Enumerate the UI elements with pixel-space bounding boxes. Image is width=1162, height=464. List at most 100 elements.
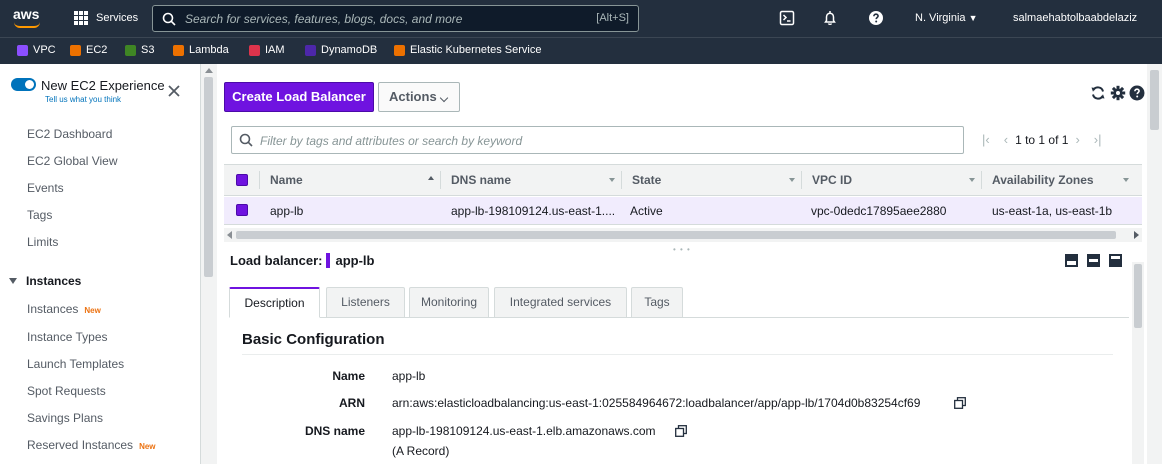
vpc-icon: [17, 44, 28, 56]
favorite-s3[interactable]: S3: [125, 44, 154, 56]
sidebar-item-events[interactable]: Events: [27, 181, 64, 195]
favorite-label: S3: [141, 44, 155, 56]
sidebar-section-label: Instances: [26, 274, 82, 288]
sidebar-item-tags[interactable]: Tags: [27, 208, 52, 222]
row-checkbox[interactable]: [236, 204, 248, 216]
sidebar-item-savings-plans[interactable]: Savings Plans: [27, 411, 103, 425]
section-divider: [242, 354, 1113, 355]
pane-layout-bottom-icon[interactable]: [1065, 254, 1078, 267]
cell-state: Active: [630, 204, 663, 218]
favorite-dynamodb[interactable]: DynamoDB: [305, 44, 377, 56]
sort-ascending-icon[interactable]: [428, 176, 434, 180]
detail-vertical-scrollbar[interactable]: [1132, 262, 1144, 464]
help-icon[interactable]: [868, 10, 884, 26]
column-header-name[interactable]: Name: [270, 173, 303, 187]
copy-icon[interactable]: [675, 425, 687, 437]
settings-gear-icon[interactable]: [1110, 85, 1126, 101]
aws-logo-text: aws: [13, 6, 40, 22]
favorite-ec2[interactable]: EC2: [70, 44, 107, 56]
help-icon[interactable]: [1129, 85, 1145, 101]
table-horizontal-scrollbar[interactable]: [224, 228, 1142, 242]
tab-integrated-services[interactable]: Integrated services: [494, 287, 627, 318]
notifications-bell-icon[interactable]: [822, 10, 838, 26]
scrollbar-thumb[interactable]: [1150, 70, 1159, 130]
selection-marker: [326, 253, 331, 268]
scrollbar-thumb[interactable]: [236, 231, 1116, 239]
page-vertical-scrollbar[interactable]: [1147, 64, 1162, 464]
sidebar-item-ec2-global-view[interactable]: EC2 Global View: [27, 154, 118, 168]
sort-caret-icon[interactable]: [969, 178, 975, 182]
sort-caret-icon[interactable]: [609, 178, 615, 182]
actions-dropdown[interactable]: Actions: [378, 82, 460, 112]
selected-load-balancer: Load balancer: app-lb: [230, 253, 374, 268]
top-nav: aws Services Search for services, featur…: [0, 0, 1162, 37]
detail-value: app-lb: [335, 253, 375, 268]
scrollbar-thumb[interactable]: [204, 77, 213, 277]
sort-caret-icon[interactable]: [789, 178, 795, 182]
table-row[interactable]: app-lb app-lb-198109124.us-east-1.... Ac…: [224, 197, 1142, 225]
sidebar-item-limits[interactable]: Limits: [27, 235, 58, 249]
scrollbar-thumb[interactable]: [1134, 264, 1142, 328]
region-chevron-down-icon: ▼: [968, 13, 978, 23]
pane-resize-handle[interactable]: • • •: [673, 245, 691, 254]
sidebar-item-instances[interactable]: Instances New: [27, 302, 101, 316]
iam-icon: [249, 44, 260, 56]
favorite-iam[interactable]: IAM: [249, 44, 285, 56]
column-header-dns-name[interactable]: DNS name: [451, 173, 511, 187]
refresh-icon[interactable]: [1090, 85, 1106, 101]
account-menu[interactable]: salmaehabtolbaabdelaziz: [1013, 12, 1137, 24]
column-header-availability-zones[interactable]: Availability Zones: [992, 173, 1094, 187]
favorite-vpc[interactable]: VPC: [17, 44, 56, 56]
aws-logo[interactable]: aws: [13, 6, 43, 30]
pagination: |‹ ‹ 1 to 1 of 1 › ›|: [975, 132, 1109, 147]
sidebar-item-ec2-dashboard[interactable]: EC2 Dashboard: [27, 127, 112, 141]
next-page-icon[interactable]: ›: [1075, 132, 1079, 147]
sidebar-item-instance-types[interactable]: Instance Types: [27, 330, 108, 344]
last-page-icon[interactable]: ›|: [1094, 132, 1102, 147]
services-menu[interactable]: Services: [96, 12, 138, 24]
column-header-state[interactable]: State: [632, 173, 661, 187]
sidebar-item-launch-templates[interactable]: Launch Templates: [27, 357, 124, 371]
select-all-checkbox[interactable]: [236, 174, 248, 186]
favorite-label: Elastic Kubernetes Service: [410, 44, 542, 56]
cloudshell-icon[interactable]: [779, 10, 795, 26]
scroll-right-icon[interactable]: [1134, 231, 1139, 239]
filter-input[interactable]: Filter by tags and attributes or search …: [231, 126, 964, 154]
pane-layout-split-icon[interactable]: [1087, 254, 1100, 267]
favorite-eks[interactable]: Elastic Kubernetes Service: [394, 44, 541, 56]
tab-listeners[interactable]: Listeners: [326, 287, 405, 318]
region-selector[interactable]: N. Virginia ▼: [915, 12, 978, 24]
column-divider: [981, 171, 982, 189]
tab-monitoring[interactable]: Monitoring: [409, 287, 489, 318]
column-header-vpc-id[interactable]: VPC ID: [812, 173, 852, 187]
actions-label: Actions: [389, 89, 437, 104]
feedback-link[interactable]: Tell us what you think: [45, 95, 121, 104]
close-icon[interactable]: [167, 84, 181, 98]
create-load-balancer-button[interactable]: Create Load Balancer: [224, 82, 374, 112]
sidebar-item-reserved-instances[interactable]: Reserved Instances New: [27, 438, 156, 452]
new-experience-toggle[interactable]: [11, 78, 36, 91]
cell-dns-name: app-lb-198109124.us-east-1....: [451, 204, 616, 218]
sidebar-item-spot-requests[interactable]: Spot Requests: [27, 384, 106, 398]
favorite-lambda[interactable]: Lambda: [173, 44, 229, 56]
global-search-input[interactable]: Search for services, features, blogs, do…: [152, 5, 639, 32]
tab-description[interactable]: Description: [229, 287, 320, 318]
tab-tags[interactable]: Tags: [631, 287, 683, 318]
sidebar-section-instances[interactable]: Instances: [9, 274, 81, 288]
scroll-left-icon[interactable]: [227, 231, 232, 239]
sort-caret-icon[interactable]: [1123, 178, 1129, 182]
search-placeholder: Search for services, features, blogs, do…: [185, 12, 463, 26]
section-title: Basic Configuration: [242, 331, 385, 348]
services-grid-icon[interactable]: [74, 11, 88, 25]
cell-vpc-id: vpc-0dedc17895aee2880: [811, 204, 947, 218]
sidebar-scrollbar[interactable]: [201, 64, 217, 464]
first-page-icon[interactable]: |‹: [982, 132, 990, 147]
sidebar: New EC2 Experience Tell us what you thin…: [0, 64, 201, 464]
favorite-label: IAM: [265, 44, 285, 56]
copy-icon[interactable]: [954, 397, 966, 409]
column-divider: [440, 171, 441, 189]
field-label-arn: ARN: [339, 396, 365, 410]
aws-smile-icon: [14, 22, 40, 28]
pane-layout-top-icon[interactable]: [1109, 254, 1122, 267]
previous-page-icon[interactable]: ‹: [1004, 132, 1008, 147]
